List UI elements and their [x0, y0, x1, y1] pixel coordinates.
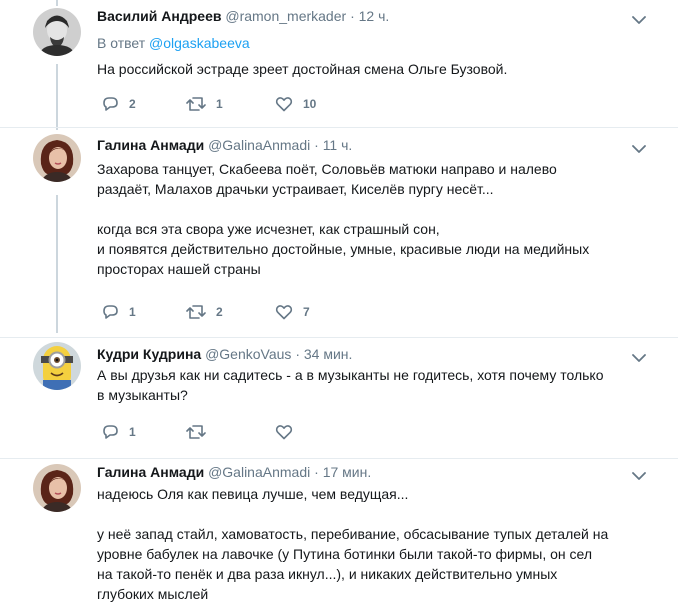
reply-icon: [103, 425, 118, 439]
reply-prefix: В ответ: [97, 35, 146, 51]
separator-dot: ·: [314, 464, 319, 480]
tweet-header: Василий Андреев @ramon_merkader · 12 ч.: [97, 7, 389, 25]
reply-icon: [103, 305, 118, 319]
tweet-text-line: раздаёт, Малахов драчьки устраивает, Кис…: [97, 181, 494, 197]
tweet-text-line: глубоких мыслей: [97, 586, 209, 602]
like-button[interactable]: 7: [275, 302, 310, 322]
retweet-button[interactable]: 1: [186, 94, 223, 114]
timestamp[interactable]: 34 мин.: [304, 346, 353, 362]
author-name[interactable]: Галина Анмади: [97, 137, 204, 153]
timestamp[interactable]: 11 ч.: [323, 137, 353, 153]
avatar[interactable]: [33, 342, 81, 390]
retweet-count: 1: [216, 97, 223, 111]
reply-button[interactable]: 1: [101, 422, 136, 442]
tweet-text-line: Захарова танцует, Скабеева поёт, Соловьё…: [97, 161, 557, 177]
tweet-text: На российской эстраде зреет достойная см…: [97, 59, 637, 79]
tweet-text-line: у неё запад стайл, хамоватость, перебива…: [97, 526, 609, 542]
separator-dot: ·: [350, 8, 355, 24]
author-handle[interactable]: @GenkoVaus: [205, 346, 291, 362]
timestamp[interactable]: 17 мин.: [323, 464, 372, 480]
tweet-text-line: надеюсь Оля как певица лучше, чем ведуща…: [97, 486, 409, 502]
tweet-text: Захарова танцует, Скабеева поёт, Соловьё…: [97, 159, 637, 279]
author-name[interactable]: Кудри Кудрина: [97, 346, 201, 362]
heart-icon: [275, 425, 293, 440]
reply-count: 1: [129, 305, 136, 319]
tweet[interactable]: Галина Анмади @GalinaAnmadi · 17 мин. на…: [0, 459, 678, 616]
tweet-text-line: А вы друзья как ни садитесь - а в музыка…: [97, 367, 604, 383]
tweet[interactable]: Галина Анмади @GalinaAnmadi · 11 ч. Заха…: [0, 128, 678, 337]
author-handle[interactable]: @GalinaAnmadi: [208, 464, 310, 480]
heart-icon: [275, 97, 293, 112]
retweet-icon: [186, 97, 206, 111]
avatar[interactable]: [33, 8, 81, 56]
retweet-count: 2: [216, 305, 223, 319]
tweet[interactable]: Кудри Кудрина @GenkoVaus · 34 мин. А вы …: [0, 338, 678, 458]
retweet-icon: [186, 425, 206, 439]
tweet-text-line: и появятся действительно достойные, умны…: [97, 241, 590, 257]
more-options-chevron-icon[interactable]: [632, 141, 646, 153]
reply-icon: [103, 97, 118, 111]
more-options-chevron-icon[interactable]: [632, 12, 646, 24]
tweet-text-line: на такой-то пенёк и два раза икнул...), …: [97, 566, 558, 582]
retweet-icon: [186, 305, 206, 319]
like-count: 7: [303, 305, 310, 319]
separator-dot: ·: [314, 137, 319, 153]
tweet[interactable]: Василий Андреев @ramon_merkader · 12 ч. …: [0, 0, 678, 127]
reply-count: 2: [129, 97, 136, 111]
tweet-header: Кудри Кудрина @GenkoVaus · 34 мин.: [97, 345, 352, 363]
more-options-chevron-icon[interactable]: [632, 468, 646, 480]
more-options-chevron-icon[interactable]: [632, 350, 646, 362]
heart-icon: [275, 305, 293, 320]
author-handle[interactable]: @ramon_merkader: [225, 8, 346, 24]
reply-context: В ответ @olgaskabeeva: [97, 34, 250, 52]
tweet-text-line: в музыканты?: [97, 387, 188, 403]
like-count: 10: [303, 97, 317, 111]
tweet-text-line: На российской эстраде зреет достойная см…: [97, 61, 508, 77]
tweet-text: А вы друзья как ни садитесь - а в музыка…: [97, 365, 637, 405]
retweet-button[interactable]: [186, 422, 216, 442]
timestamp[interactable]: 12 ч.: [359, 8, 390, 24]
reply-count: 1: [129, 425, 136, 439]
tweet-text-line: когда вся эта свора уже исчезнет, как ст…: [97, 221, 440, 237]
author-name[interactable]: Василий Андреев: [97, 8, 221, 24]
tweet-text-line: просторах нашей страны: [97, 261, 261, 277]
tweet-text-line: уровне бабулек на лавочке (у Путина боти…: [97, 546, 593, 562]
reply-to-link[interactable]: @olgaskabeeva: [149, 35, 250, 51]
reply-button[interactable]: 1: [101, 302, 136, 322]
like-button[interactable]: 10: [275, 94, 316, 114]
retweet-button[interactable]: 2: [186, 302, 223, 322]
avatar[interactable]: [33, 464, 81, 512]
avatar[interactable]: [33, 134, 81, 182]
like-button[interactable]: [275, 422, 303, 442]
separator-dot: ·: [295, 346, 300, 362]
author-handle[interactable]: @GalinaAnmadi: [208, 137, 310, 153]
tweet-text: надеюсь Оля как певица лучше, чем ведуща…: [97, 484, 637, 604]
author-name[interactable]: Галина Анмади: [97, 464, 204, 480]
reply-button[interactable]: 2: [101, 94, 136, 114]
tweet-header: Галина Анмади @GalinaAnmadi · 11 ч.: [97, 136, 352, 154]
tweet-header: Галина Анмади @GalinaAnmadi · 17 мин.: [97, 463, 371, 481]
